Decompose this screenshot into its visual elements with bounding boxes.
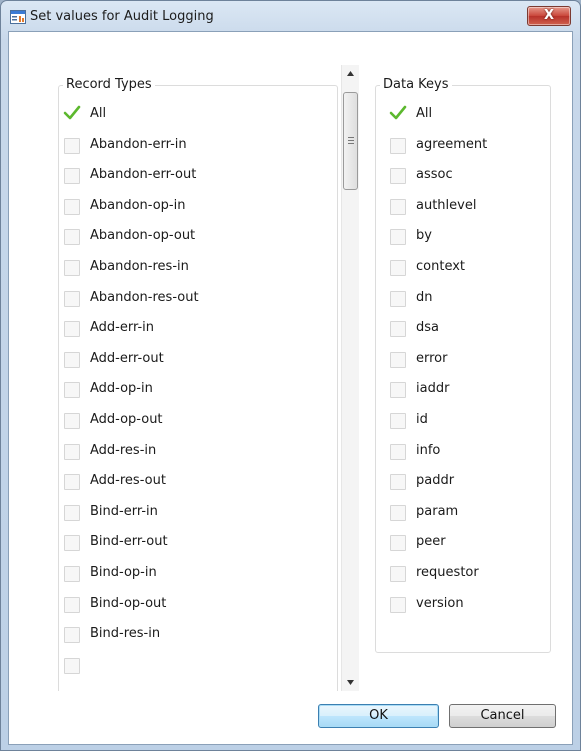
item-label: id bbox=[416, 412, 428, 427]
item-label: Abandon-op-in bbox=[90, 197, 186, 213]
item-label: context bbox=[416, 259, 465, 274]
checkbox[interactable] bbox=[390, 198, 406, 215]
close-icon: X bbox=[543, 8, 555, 23]
item-label: requestor bbox=[416, 565, 479, 580]
checkbox[interactable] bbox=[64, 290, 80, 307]
item-label: Abandon-op-out bbox=[90, 228, 196, 244]
item-label: iaddr bbox=[416, 381, 450, 397]
scroll-thumb[interactable] bbox=[343, 92, 358, 190]
item-label: version bbox=[416, 595, 464, 611]
checkbox[interactable] bbox=[64, 566, 80, 582]
item-label: All bbox=[416, 106, 433, 121]
item-label: param bbox=[416, 503, 459, 519]
checkbox[interactable] bbox=[390, 504, 406, 521]
checkbox[interactable] bbox=[390, 229, 406, 246]
close-button[interactable]: X bbox=[527, 6, 571, 26]
record-types-scroll-area[interactable]: Record Types All Abandon-err-in Abandon-er… bbox=[9, 32, 339, 691]
checkbox[interactable] bbox=[64, 382, 80, 399]
checkbox[interactable] bbox=[64, 168, 80, 185]
item-label: Add-res-in bbox=[90, 442, 157, 458]
item-label: Bind-op-in bbox=[90, 565, 157, 580]
checkbox[interactable] bbox=[390, 596, 406, 613]
item-label: Add-op-out bbox=[90, 412, 163, 427]
checkbox[interactable] bbox=[390, 443, 406, 460]
dialog-body: Record Types All Abandon-err-in Abandon-er… bbox=[8, 31, 573, 745]
item-label: Bind-op-out bbox=[90, 595, 167, 611]
item-label: Bind-err-in bbox=[90, 503, 158, 519]
checkbox[interactable] bbox=[390, 413, 406, 429]
checkbox[interactable] bbox=[64, 627, 80, 644]
checkbox[interactable] bbox=[64, 535, 80, 552]
record-types-title: Record Types bbox=[63, 77, 155, 92]
item-label: Bind-err-out bbox=[90, 534, 168, 550]
grip-line bbox=[348, 137, 354, 138]
item-label: Add-op-in bbox=[90, 381, 153, 397]
item-label: by bbox=[416, 228, 432, 244]
item-label: authlevel bbox=[416, 197, 477, 213]
checkbox[interactable] bbox=[64, 596, 80, 613]
item-label: dsa bbox=[416, 320, 439, 336]
item-label: Add-err-out bbox=[90, 350, 164, 366]
item-label: Abandon-res-in bbox=[90, 259, 189, 274]
checkbox[interactable] bbox=[390, 474, 406, 491]
checkbox[interactable] bbox=[64, 321, 80, 338]
checkbox[interactable] bbox=[390, 566, 406, 582]
item-label: agreement bbox=[416, 136, 488, 152]
ok-button[interactable]: OK bbox=[318, 704, 439, 728]
item-label: dn bbox=[416, 289, 433, 305]
window-title: Set values for Audit Logging bbox=[30, 9, 214, 24]
item-label: Abandon-err-out bbox=[90, 167, 197, 183]
grip-line bbox=[348, 140, 354, 141]
item-label: Bind-res-in bbox=[90, 626, 161, 642]
title-bar[interactable]: Set values for Audit Logging X bbox=[1, 1, 580, 31]
item-label: info bbox=[416, 442, 441, 458]
checkbox[interactable] bbox=[64, 443, 80, 460]
data-keys-title: Data Keys bbox=[380, 77, 452, 92]
dialog-window: Set values for Audit Logging X Record Ty… bbox=[0, 0, 581, 751]
item-label: Abandon-res-out bbox=[90, 289, 199, 305]
cancel-button[interactable]: Cancel bbox=[449, 704, 556, 728]
item-label: All bbox=[90, 106, 107, 121]
item-label: paddr bbox=[416, 473, 455, 489]
checkbox[interactable] bbox=[390, 382, 406, 399]
item-label: assoc bbox=[416, 167, 453, 183]
item-label: Abandon-err-in bbox=[90, 136, 187, 152]
checkbox[interactable] bbox=[64, 229, 80, 246]
checkbox[interactable] bbox=[64, 137, 80, 154]
record-types-scrollbar[interactable] bbox=[341, 65, 359, 691]
checkbox[interactable] bbox=[390, 351, 406, 368]
checkbox[interactable] bbox=[390, 137, 406, 154]
checkbox[interactable] bbox=[64, 351, 80, 368]
scroll-up-arrow[interactable] bbox=[342, 65, 359, 82]
checkbox[interactable] bbox=[390, 260, 406, 276]
checkbox[interactable] bbox=[64, 198, 80, 215]
item-label: Add-err-in bbox=[90, 320, 155, 336]
item-label: Add-res-out bbox=[90, 473, 166, 489]
checkmark-icon bbox=[389, 105, 407, 120]
item-label: error bbox=[416, 350, 448, 366]
grip-line bbox=[348, 143, 354, 144]
scroll-down-arrow[interactable] bbox=[342, 674, 359, 691]
checkmark-icon bbox=[63, 105, 81, 120]
checkbox[interactable] bbox=[390, 535, 406, 552]
checkbox[interactable] bbox=[390, 290, 406, 307]
checkbox[interactable] bbox=[64, 260, 80, 276]
checkbox[interactable] bbox=[64, 504, 80, 521]
checkbox[interactable] bbox=[64, 474, 80, 491]
checkbox[interactable] bbox=[390, 321, 406, 338]
item-label: peer bbox=[416, 534, 446, 550]
checkbox[interactable] bbox=[64, 657, 80, 674]
checkbox[interactable] bbox=[390, 168, 406, 185]
window-icon bbox=[10, 10, 26, 24]
checkbox[interactable] bbox=[64, 413, 80, 429]
